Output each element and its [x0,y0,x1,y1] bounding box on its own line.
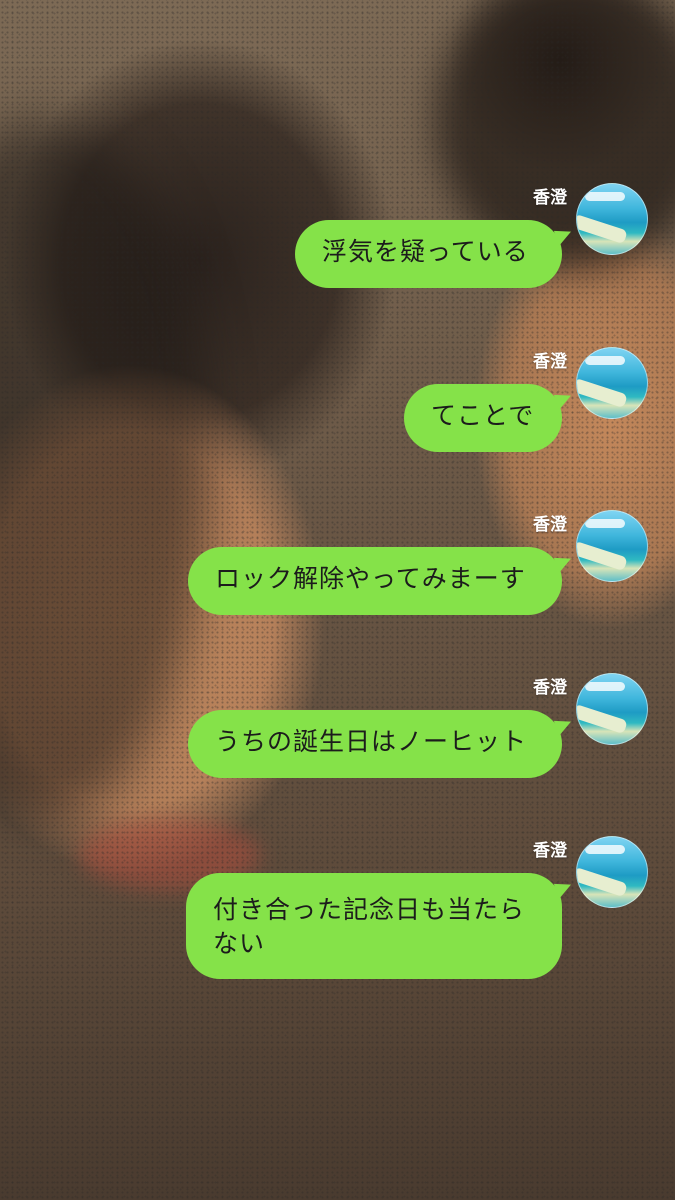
beach-avatar-icon[interactable] [576,673,648,745]
message-bubble[interactable]: てことで [404,384,562,452]
sender-name: 香澄 [533,188,567,208]
beach-avatar-icon[interactable] [576,510,648,582]
message-bubble[interactable]: 付き合った記念日も当たらない [186,873,562,979]
sender-name: 香澄 [533,841,567,861]
chat-message: 香澄 てことで [0,347,675,487]
sender-name: 香澄 [533,515,567,535]
chat-message: 香澄 ロック解除やってみまーす [0,510,675,650]
message-text: 浮気を疑っている [322,237,529,266]
beach-avatar-icon[interactable] [576,836,648,908]
message-bubble[interactable]: 浮気を疑っている [295,220,562,288]
message-text: ロック解除やってみまーす [215,564,526,593]
message-text: てことで [431,401,535,430]
message-bubble[interactable]: うちの誕生日はノーヒット [188,710,562,778]
chat-message: 香澄 浮気を疑っている [0,183,675,323]
chat-message: 香澄 うちの誕生日はノーヒット [0,673,675,813]
message-text: 付き合った記念日も当たらない [213,895,526,958]
beach-avatar-icon[interactable] [576,347,648,419]
sender-name: 香澄 [533,678,567,698]
message-bubble[interactable]: ロック解除やってみまーす [188,547,562,615]
beach-avatar-icon[interactable] [576,183,648,255]
message-text: うちの誕生日はノーヒット [215,727,528,756]
chat-message: 香澄 付き合った記念日も当たらない [0,836,675,979]
sender-name: 香澄 [533,352,567,372]
